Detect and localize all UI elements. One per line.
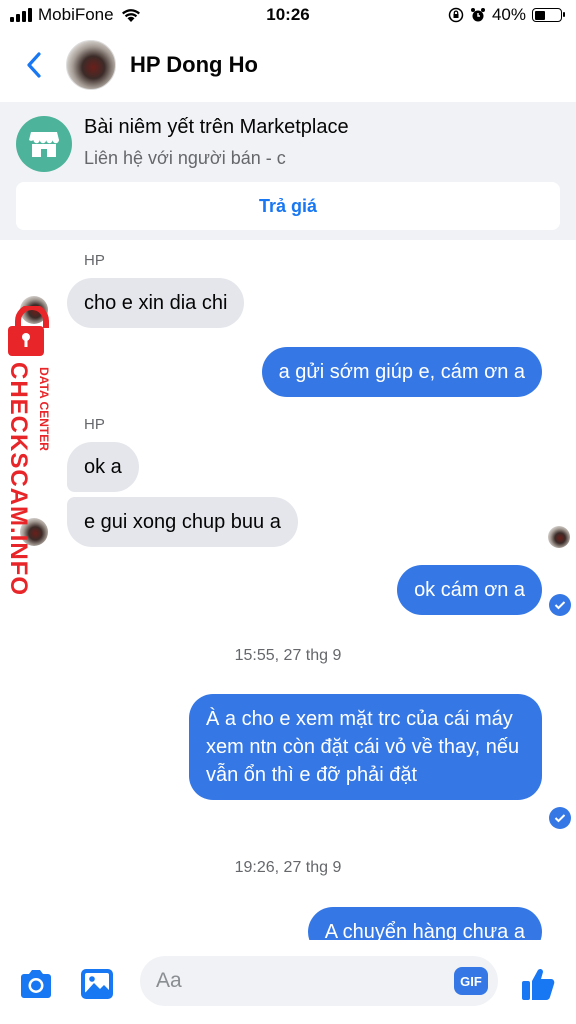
battery-icon bbox=[532, 8, 565, 22]
read-receipt-avatar bbox=[548, 526, 570, 548]
seen-check-icon bbox=[549, 594, 571, 616]
sender-label: HP bbox=[84, 416, 105, 433]
camera-icon bbox=[21, 970, 51, 998]
chat-thread[interactable]: HP cho e xin dia chi a gửi sớm giúp e, c… bbox=[0, 240, 576, 940]
message-incoming[interactable]: ok a bbox=[67, 442, 139, 492]
battery-percent: 40% bbox=[491, 5, 526, 24]
photo-button[interactable] bbox=[77, 964, 117, 1004]
battery-fill bbox=[534, 10, 545, 20]
message-incoming[interactable]: cho e xin dia chi bbox=[67, 278, 245, 328]
alarm-icon bbox=[470, 8, 485, 22]
watermark-brand: CHECKSCAM.INFO bbox=[5, 362, 32, 596]
message-incoming[interactable]: e gui xong chup buu a bbox=[67, 497, 298, 547]
thumbs-up-button[interactable] bbox=[518, 964, 558, 1004]
marketplace-subtitle: Liên hệ với người bán - c bbox=[84, 148, 286, 168]
lock-rotation-icon bbox=[448, 7, 464, 23]
marketplace-banner: Bài niêm yết trên Marketplace Liên hệ vớ… bbox=[0, 102, 576, 240]
camera-button[interactable] bbox=[16, 964, 56, 1004]
marketplace-title: Bài niêm yết trên Marketplace bbox=[84, 116, 349, 138]
back-chevron-icon bbox=[27, 52, 41, 78]
contact-name[interactable]: HP Dong Ho bbox=[130, 52, 258, 78]
composer-bar: GIF bbox=[0, 940, 576, 1024]
status-right: 40% bbox=[448, 5, 565, 25]
thumbs-up-icon bbox=[522, 968, 555, 1000]
message-outgoing[interactable]: ok cám ơn a bbox=[397, 565, 542, 615]
watermark: CHECKSCAM.INFO DATA CENTER bbox=[0, 300, 68, 600]
store-icon bbox=[16, 116, 72, 172]
seen-check-icon bbox=[549, 807, 571, 829]
timestamp: 19:26, 27 thg 9 bbox=[234, 859, 342, 876]
watermark-lock-icon bbox=[8, 306, 49, 356]
make-offer-button[interactable]: Trả giá bbox=[16, 182, 560, 230]
gif-icon[interactable]: GIF bbox=[454, 967, 488, 995]
message-input[interactable]: GIF bbox=[140, 956, 498, 1006]
message-text-field[interactable] bbox=[156, 956, 436, 1006]
timestamp: 15:55, 27 thg 9 bbox=[234, 647, 342, 664]
message-outgoing[interactable]: a gửi sớm giúp e, cám ơn a bbox=[261, 347, 542, 397]
watermark-tag: DATA CENTER bbox=[37, 367, 51, 451]
back-button[interactable] bbox=[14, 45, 54, 85]
sender-label: HP bbox=[84, 252, 105, 269]
photo-icon bbox=[81, 969, 113, 999]
message-outgoing[interactable]: À a cho e xem mặt trc của cái máy xem nt… bbox=[189, 694, 542, 800]
status-bar: MobiFone 10:26 40% bbox=[0, 0, 576, 30]
message-outgoing[interactable]: A chuyển hàng chưa a bbox=[307, 907, 542, 940]
contact-avatar[interactable] bbox=[66, 40, 116, 90]
chat-header: HP Dong Ho bbox=[0, 30, 576, 100]
